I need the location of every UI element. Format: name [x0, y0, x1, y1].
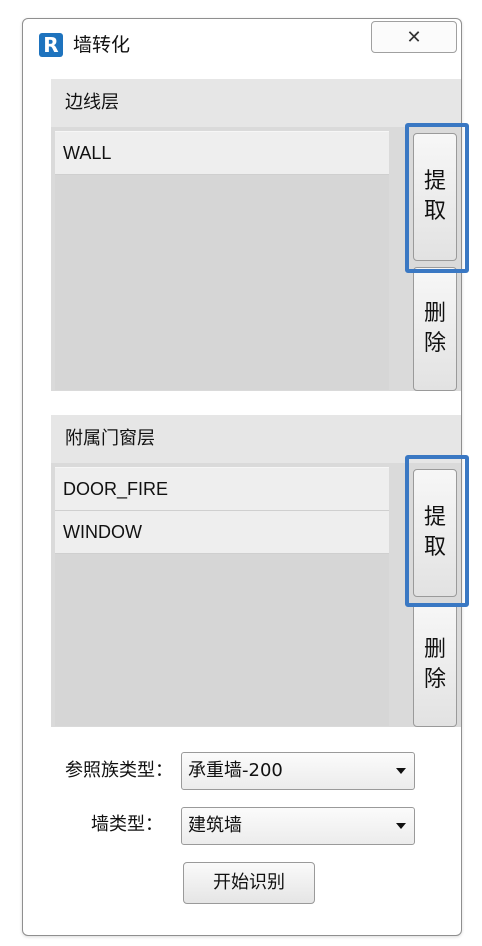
opening-extract-char-2: 取	[423, 535, 446, 560]
edge-extract-button[interactable]: 提 取	[413, 133, 457, 261]
list-item[interactable]: WINDOW	[55, 511, 389, 554]
edge-delete-char-1: 删	[423, 301, 446, 326]
window-title: 墙转化	[73, 34, 131, 56]
revit-app-icon: R	[39, 33, 63, 57]
edge-layer-list[interactable]: WALL	[55, 131, 389, 390]
opening-delete-char-2: 除	[423, 667, 446, 692]
opening-layer-group: 附属门窗层 DOOR_FIRE WINDOW 提 取 删 除	[51, 415, 469, 727]
edge-extract-char-2: 取	[423, 199, 446, 224]
opening-delete-char-1: 删	[423, 637, 446, 662]
edge-extract-char-1: 提	[423, 169, 446, 194]
edge-delete-button[interactable]: 删 除	[413, 267, 457, 391]
edge-layer-header: 边线层	[51, 79, 461, 127]
opening-layer-label: 附属门窗层	[65, 428, 155, 449]
opening-delete-button[interactable]: 删 除	[413, 603, 457, 727]
start-recognition-button[interactable]: 开始识别	[183, 862, 315, 904]
ref-family-label: 参照族类型：	[65, 760, 173, 781]
edge-layer-group: 边线层 WALL 提 取 删 除	[51, 79, 469, 391]
list-item[interactable]: DOOR_FIRE	[55, 468, 389, 511]
opening-extract-char-1: 提	[423, 505, 446, 530]
opening-extract-button[interactable]: 提 取	[413, 469, 457, 597]
wall-type-label: 墙类型：	[91, 814, 163, 835]
close-button[interactable]: ✕	[371, 21, 457, 53]
edge-layer-label: 边线层	[65, 92, 119, 113]
wall-type-value: 建筑墙	[188, 815, 242, 836]
wall-type-combobox[interactable]: 建筑墙	[181, 807, 415, 845]
ref-family-value: 承重墙-200	[188, 760, 283, 781]
edge-delete-char-2: 除	[423, 331, 446, 356]
list-item[interactable]: WALL	[55, 132, 389, 175]
title-bar: R 墙转化 ✕	[23, 19, 461, 71]
opening-layer-list[interactable]: DOOR_FIRE WINDOW	[55, 467, 389, 726]
close-icon: ✕	[406, 26, 422, 48]
chevron-down-icon	[396, 823, 406, 829]
chevron-down-icon	[396, 768, 406, 774]
ref-family-combobox[interactable]: 承重墙-200	[181, 752, 415, 790]
dialog-window: R 墙转化 ✕ 边线层 WALL 提 取 删 除 附属门窗层 DOOR_FIRE…	[22, 18, 469, 936]
opening-layer-header: 附属门窗层	[51, 415, 461, 463]
